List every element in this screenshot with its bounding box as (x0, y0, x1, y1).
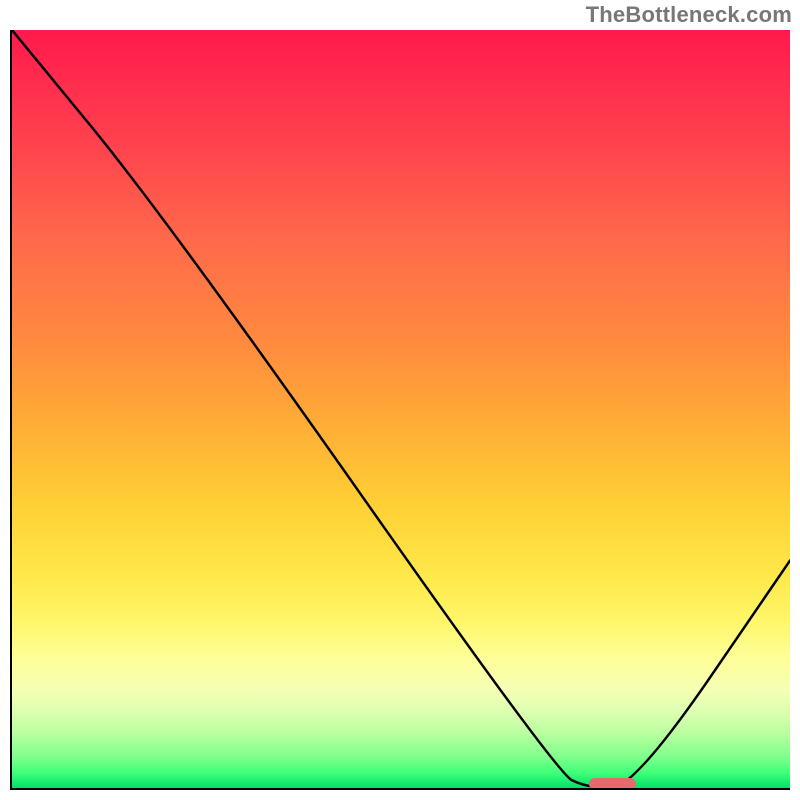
watermark-text: TheBottleneck.com (586, 2, 792, 28)
chart-container: TheBottleneck.com (0, 0, 800, 800)
bottleneck-curve-svg (12, 30, 790, 788)
plot-frame (10, 30, 790, 790)
plot-area-gradient (12, 30, 790, 788)
bottleneck-curve (12, 30, 790, 788)
optimal-range-marker (589, 778, 636, 788)
